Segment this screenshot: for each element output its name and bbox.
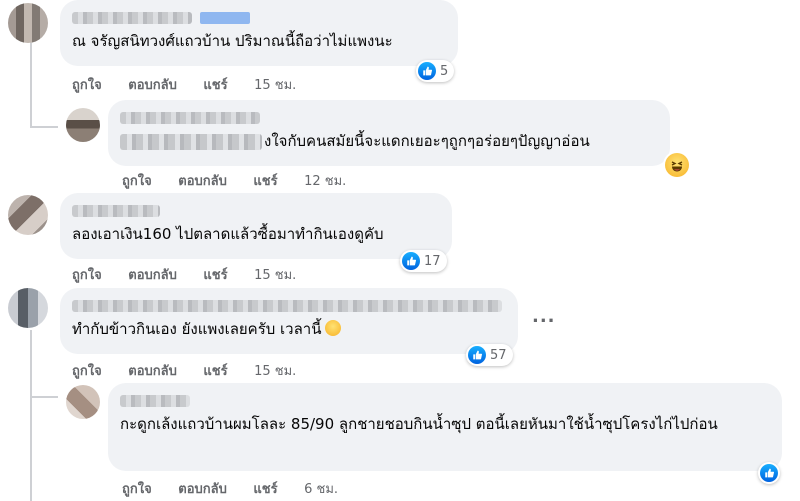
badge [200,12,250,24]
reaction-count: 5 [440,63,449,79]
comment-bubble: กะดูกเล้งแถวบ้านผมโลละ 85/90 ลูกชายชอบกิ… [108,383,782,471]
reaction-count: 57 [490,347,507,363]
reaction-count: 17 [424,253,441,269]
commenter-name[interactable] [72,205,160,217]
thread-line [30,38,32,128]
comment-actions: ถูกใจ ตอบกลับ แชร์ 6 ชม. [122,478,360,499]
reply-button[interactable]: ตอบกลับ [128,268,177,283]
like-icon [760,464,778,482]
share-button[interactable]: แชร์ [203,364,227,379]
avatar[interactable] [8,3,48,43]
reaction-summary[interactable] [758,462,780,484]
reply-button[interactable]: ตอบกลับ [128,364,177,379]
comment-actions: ถูกใจ ตอบกลับ แชร์ 15 ชม. [72,360,318,381]
like-button[interactable]: ถูกใจ [72,268,102,283]
avatar[interactable] [8,288,48,328]
like-button[interactable]: ถูกใจ [122,174,152,189]
like-icon [402,252,420,270]
comment-text: ลองเอาเงิน160 ไปตลาดแล้วซื้อมาทำกินเองดู… [72,225,384,243]
comment-bubble: งใจกับคนสมัยนี้จะแดกเยอะๆถูกๆอร่อยๆปัญญา… [108,100,670,166]
comment-actions: ถูกใจ ตอบกลับ แชร์ 15 ชม. [72,264,318,285]
comment-bubble: ทำกับข้าวกินเอง ยังแพงเลยครับ เวลานี้ [60,288,518,354]
thread-line [30,126,58,128]
reaction-summary[interactable]: 5 [416,60,455,82]
share-button[interactable]: แชร์ [253,482,277,497]
reply-button[interactable]: ตอบกลับ [128,78,177,93]
more-options-icon[interactable]: ... [532,306,556,327]
comment-text: กะดูกเล้งแถวบ้านผมโลละ 85/90 ลูกชายชอบกิ… [120,415,718,433]
avatar[interactable] [8,195,48,235]
timestamp[interactable]: 12 ชม. [304,174,346,189]
commenter-name[interactable] [120,112,260,124]
reply-button[interactable]: ตอบกลับ [178,174,227,189]
commenter-name[interactable] [120,395,190,407]
timestamp[interactable]: 15 ชม. [254,268,296,283]
comment-bubble: ณ จรัญสนิทวงศ์แถวบ้าน ปริมาณนี้ถือว่าไม่… [60,0,458,66]
reaction-summary[interactable]: 17 [400,250,447,272]
like-icon [418,62,436,80]
share-button[interactable]: แชร์ [253,174,277,189]
timestamp[interactable]: 6 ชม. [304,482,338,497]
share-button[interactable]: แชร์ [203,268,227,283]
reaction-summary[interactable]: 57 [466,344,513,366]
comment-actions: ถูกใจ ตอบกลับ แชร์ 12 ชม. [122,170,368,191]
like-icon [468,346,486,364]
comment-text: ทำกับข้าวกินเอง ยังแพงเลยครับ เวลานี้ [72,320,322,338]
redacted-text [120,133,262,150]
like-button[interactable]: ถูกใจ [72,364,102,379]
comment-bubble: ลองเอาเงิน160 ไปตลาดแล้วซื้อมาทำกินเองดู… [60,193,452,259]
comment-actions: ถูกใจ ตอบกลับ แชร์ 15 ชม. [72,74,318,95]
reply-button[interactable]: ตอบกลับ [178,482,227,497]
thread-line [30,330,32,501]
avatar[interactable] [66,385,100,419]
laughing-emoji-icon [325,320,342,336]
comment-text: ณ จรัญสนิทวงศ์แถวบ้าน ปริมาณนี้ถือว่าไม่… [72,32,393,50]
thread-line [30,396,58,398]
haha-icon[interactable] [665,153,689,177]
commenter-name[interactable] [72,300,502,312]
commenter-name[interactable] [72,12,192,24]
like-button[interactable]: ถูกใจ [72,78,102,93]
timestamp[interactable]: 15 ชม. [254,364,296,379]
avatar[interactable] [66,108,100,142]
like-button[interactable]: ถูกใจ [122,482,152,497]
share-button[interactable]: แชร์ [203,78,227,93]
comment-text: งใจกับคนสมัยนี้จะแดกเยอะๆถูกๆอร่อยๆปัญญา… [264,132,590,150]
timestamp[interactable]: 15 ชม. [254,78,296,93]
